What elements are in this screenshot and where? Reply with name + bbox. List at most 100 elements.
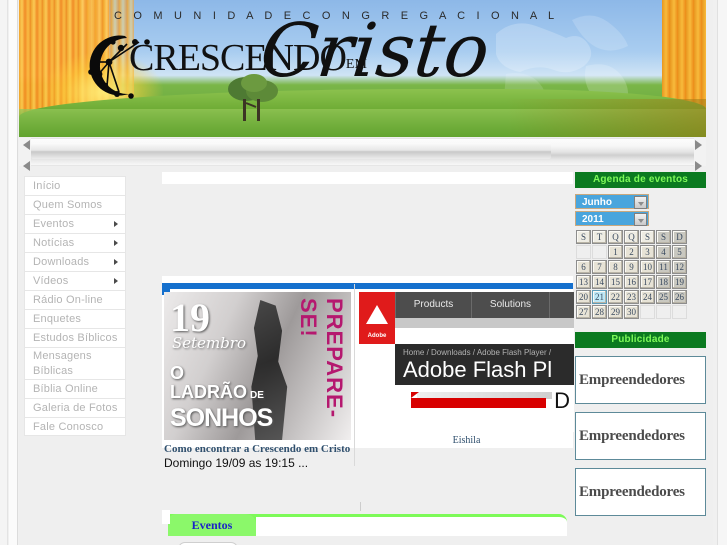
calendar-day[interactable]: 18 xyxy=(656,275,671,289)
calendar-day[interactable]: 14 xyxy=(592,275,607,289)
sidebar-item-fale-conosco[interactable]: Fale Conosco xyxy=(24,417,126,436)
calendar-day[interactable]: 4 xyxy=(656,245,671,259)
featured-post-right[interactable]: Products Solutions Adobe Home / Download… xyxy=(354,284,574,466)
calendar-day[interactable]: 22 xyxy=(608,290,623,304)
featured-post-left[interactable]: 19 Setembro O LADRÃO DE SONHOS PREPARE-SE… xyxy=(164,292,358,471)
calendar-day[interactable]: 7 xyxy=(592,260,607,274)
events-calendar: Junho 2011 S T Q Q S S D 1 2 3 4 5 6 7 8… xyxy=(575,194,706,320)
ad-banner-3[interactable]: Empreendedores xyxy=(575,468,706,516)
sidebar-item-label: Quem Somos xyxy=(33,199,103,211)
calendar-day[interactable]: 25 xyxy=(656,290,671,304)
sidebar-item-downloads[interactable]: Downloads xyxy=(24,252,126,271)
post-caption-link[interactable]: Eishila xyxy=(359,435,574,446)
sidebar-item-label: Vídeos xyxy=(33,275,69,287)
post-poster-image[interactable]: 19 Setembro O LADRÃO DE SONHOS PREPARE-SE… xyxy=(164,292,351,440)
sidebar-item-inicio[interactable]: Início xyxy=(24,176,126,195)
calendar-day[interactable]: 8 xyxy=(608,260,623,274)
calendar-weekday: Q xyxy=(608,230,623,244)
sidebar-item-eventos[interactable]: Eventos xyxy=(24,214,126,233)
sidebar-item-label: Fale Conosco xyxy=(33,421,104,433)
calendar-day[interactable]: 17 xyxy=(640,275,655,289)
sidebar-item-label: Eventos xyxy=(33,218,75,230)
ad-banner-1[interactable]: Empreendedores xyxy=(575,356,706,404)
scroll-right-arrow-icon-2[interactable] xyxy=(692,160,704,172)
calendar-year-select[interactable]: 2011 xyxy=(575,211,649,226)
calendar-day[interactable]: 10 xyxy=(640,260,655,274)
sidebar-item-radio-online[interactable]: Rádio On-line xyxy=(24,290,126,309)
calendar-day[interactable]: 24 xyxy=(640,290,655,304)
calendar-day[interactable]: 9 xyxy=(624,260,639,274)
chevron-down-icon[interactable] xyxy=(634,213,647,226)
calendar-day[interactable]: 29 xyxy=(608,305,623,319)
calendar-day[interactable]: 27 xyxy=(576,305,591,319)
chevron-down-icon[interactable] xyxy=(634,196,647,209)
calendar-day[interactable]: 1 xyxy=(608,245,623,259)
sidebar-item-label: Rádio On-line xyxy=(33,294,103,306)
calendar-day[interactable]: 2 xyxy=(624,245,639,259)
section-tick-mark xyxy=(360,502,361,511)
sidebar-item-label: Notícias xyxy=(33,237,75,249)
calendar-weekday: Q xyxy=(624,230,639,244)
scrollbar-thumb[interactable] xyxy=(31,143,551,159)
poster-month: Setembro xyxy=(172,334,247,352)
post-meta: Domingo 19/09 as 19:15 ... xyxy=(164,456,309,470)
scroll-left-arrow-icon-2[interactable] xyxy=(21,160,33,172)
calendar-day[interactable]: 16 xyxy=(624,275,639,289)
calendar-day[interactable]: 11 xyxy=(656,260,671,274)
publicidade-panel-title: Publicidade xyxy=(575,332,706,348)
calendar-day[interactable]: 5 xyxy=(672,245,687,259)
calendar-day[interactable]: 26 xyxy=(672,290,687,304)
calendar-day[interactable]: 6 xyxy=(576,260,591,274)
calendar-year-value: 2011 xyxy=(582,214,604,225)
poster-line-2-sub: DE xyxy=(250,390,264,401)
window-frame-right xyxy=(717,0,727,545)
sidebar-item-label: Bíblia Online xyxy=(33,383,98,395)
calendar-day[interactable]: 15 xyxy=(608,275,623,289)
page-content: C O M U N I D A D E C O N G R E G A C I … xyxy=(19,0,716,545)
banner-grass-shadow xyxy=(506,99,706,137)
calendar-day[interactable]: 28 xyxy=(592,305,607,319)
main-navigation: Início Quem Somos Eventos Notícias Downl… xyxy=(24,176,126,436)
sidebar-item-videos[interactable]: Vídeos xyxy=(24,271,126,290)
calendar-month-value: Junho xyxy=(582,197,612,208)
ad-banner-2[interactable]: Empreendedores xyxy=(575,412,706,460)
poster-line-3: SONHOS xyxy=(170,404,273,432)
window-frame-left xyxy=(0,0,8,545)
eventos-section: Eventos xyxy=(162,502,567,545)
calendar-month-select[interactable]: Junho xyxy=(575,194,649,209)
calendar-day[interactable]: 23 xyxy=(624,290,639,304)
scroll-left-arrow-icon[interactable] xyxy=(21,139,33,151)
calendar-day[interactable]: 3 xyxy=(640,245,655,259)
post-column-divider xyxy=(354,284,355,466)
screenshot-nav-solutions: Solutions xyxy=(471,292,549,318)
calendar-day[interactable]: 13 xyxy=(576,275,591,289)
screenshot-download-bar xyxy=(411,398,546,408)
calendar-day[interactable]: 21 xyxy=(592,290,607,304)
tab-eventos[interactable]: Eventos xyxy=(168,514,256,536)
sidebar-item-quem-somos[interactable]: Quem Somos xyxy=(24,195,126,214)
scroll-right-arrow-icon[interactable] xyxy=(692,139,704,151)
calendar-day[interactable]: 20 xyxy=(576,290,591,304)
calendar-day[interactable]: 30 xyxy=(624,305,639,319)
calendar-weekday: D xyxy=(672,230,687,244)
post-title-link[interactable]: Como encontrar a Crescendo em Cristo xyxy=(164,443,358,456)
sidebar-item-enquetes[interactable]: Enquetes xyxy=(24,309,126,328)
calendar-day[interactable]: 12 xyxy=(672,260,687,274)
sidebar-item-biblia-online[interactable]: Bíblia Online xyxy=(24,379,126,398)
adobe-a-glyph xyxy=(366,305,388,324)
chevron-right-icon xyxy=(114,278,118,284)
sidebar-item-label: Estudos Bíblicos xyxy=(33,332,118,344)
horizontal-scrollbar[interactable] xyxy=(19,138,706,171)
sidebar-item-galeria-de-fotos[interactable]: Galeria de Fotos xyxy=(24,398,126,417)
agenda-panel-title: Agenda de eventos xyxy=(575,172,706,188)
sidebar-item-mensagens-biblicas[interactable]: Mensagens Bíblicas xyxy=(24,347,126,379)
adobe-flash-screenshot[interactable]: Products Solutions Adobe Home / Download… xyxy=(359,292,574,432)
sidebar-item-noticias[interactable]: Notícias xyxy=(24,233,126,252)
calendar-weekday: S xyxy=(640,230,655,244)
screenshot-letter-d: D xyxy=(554,388,570,413)
chevron-right-icon xyxy=(114,259,118,265)
right-sidebar: Agenda de eventos Junho 2011 S T Q Q S S… xyxy=(575,172,712,516)
sidebar-item-estudos-biblicos[interactable]: Estudos Bíblicos xyxy=(24,328,126,347)
calendar-day[interactable]: 19 xyxy=(672,275,687,289)
poster-line-2: LADRÃO DE xyxy=(170,383,264,405)
